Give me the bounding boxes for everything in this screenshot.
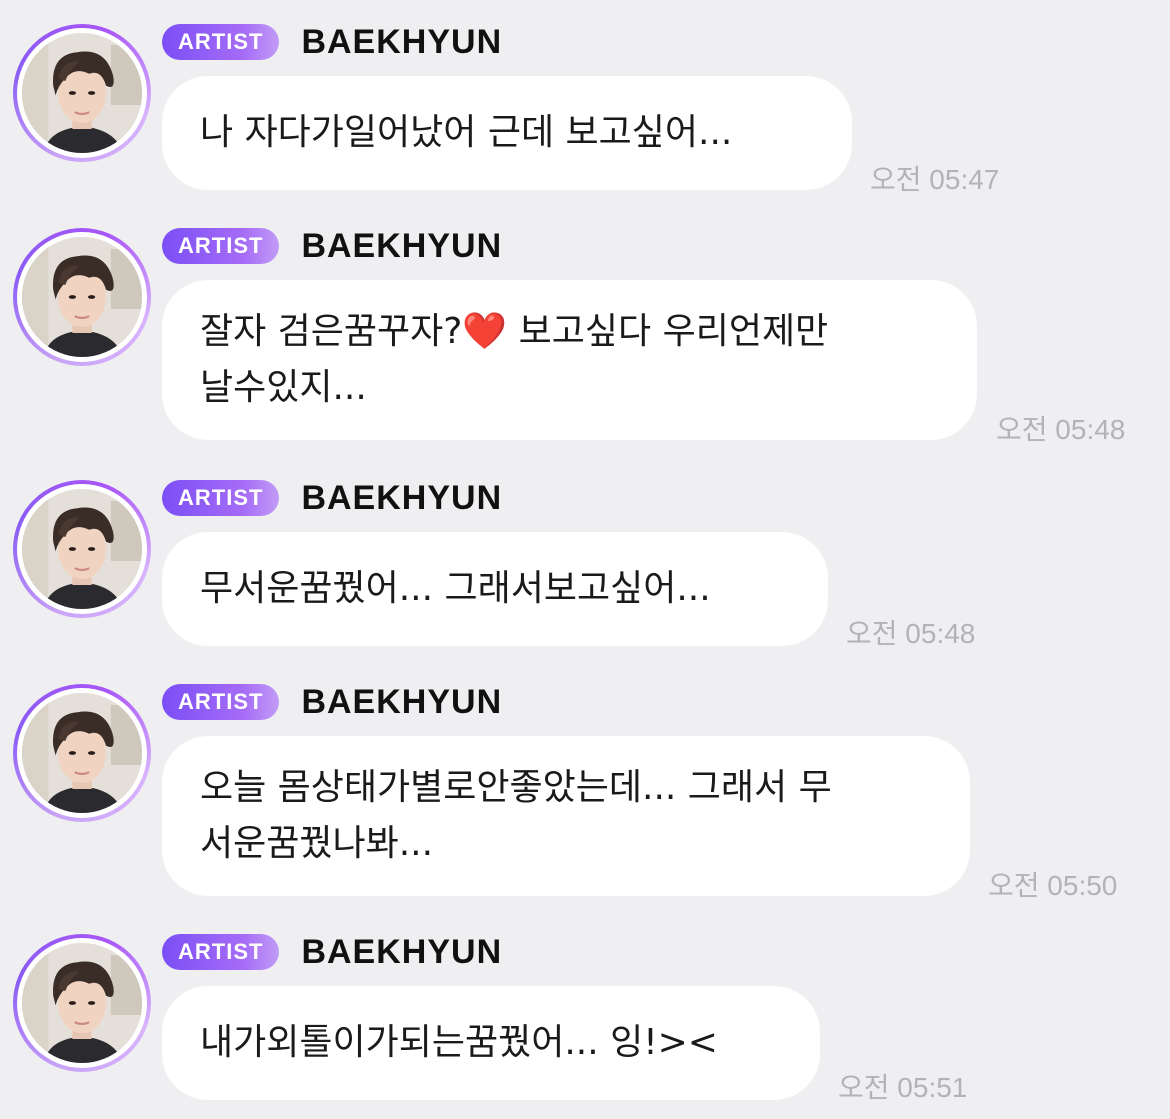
chat-message: ARTIST BAEKHYUN 잘자 검은꿈꾸자?❤️ 보고싶다 우리언제만 날… [0, 227, 1170, 448]
avatar-ring [17, 484, 147, 614]
profile-photo-icon [22, 237, 142, 357]
artist-avatar[interactable] [13, 24, 151, 162]
message-header: ARTIST BAEKHYUN [162, 23, 502, 62]
artist-badge: ARTIST [162, 228, 280, 264]
artist-badge: ARTIST [162, 684, 280, 720]
avatar-photo [22, 943, 142, 1063]
avatar-photo [22, 693, 142, 813]
message-bubble[interactable]: 오늘 몸상태가별로안좋았는데... 그래서 무 서운꿈꿨나봐... [162, 736, 970, 896]
chat-message: ARTIST BAEKHYUN 오늘 몸상태가별로안좋았는데... 그래서 무 … [0, 683, 1170, 904]
chat-message: ARTIST BAEKHYUN 나 자다가일어났어 근데 보고싶어... 오전 … [0, 23, 1170, 195]
sender-name[interactable]: BAEKHYUN [301, 479, 502, 518]
message-text: 오늘 몸상태가별로안좋았는데... 그래서 무 서운꿈꿨나봐... [200, 767, 832, 864]
sender-name[interactable]: BAEKHYUN [301, 23, 502, 62]
artist-avatar[interactable] [13, 684, 151, 822]
artist-badge: ARTIST [162, 24, 280, 60]
avatar-photo [22, 237, 142, 357]
message-header: ARTIST BAEKHYUN [162, 933, 502, 972]
message-header: ARTIST BAEKHYUN [162, 227, 502, 266]
message-timestamp: 오전 05:48 [996, 414, 1126, 445]
profile-photo-icon [22, 33, 142, 153]
message-bubble[interactable]: 내가외톨이가되는꿈꿨어... 잉!>< [162, 986, 820, 1100]
artist-badge: ARTIST [162, 480, 280, 516]
artist-avatar[interactable] [13, 228, 151, 366]
message-timestamp: 오전 05:48 [846, 618, 976, 649]
avatar-ring [17, 938, 147, 1068]
message-text: 나 자다가일어났어 근데 보고싶어... [200, 112, 733, 153]
profile-photo-icon [22, 943, 142, 1063]
sender-name[interactable]: BAEKHYUN [301, 933, 502, 972]
avatar-photo [22, 489, 142, 609]
message-bubble[interactable]: 무서운꿈꿨어... 그래서보고싶어... [162, 532, 828, 646]
profile-photo-icon [22, 489, 142, 609]
profile-photo-icon [22, 693, 142, 813]
chat-message: ARTIST BAEKHYUN 내가외톨이가되는꿈꿨어... 잉!>< 오전 0… [0, 933, 1170, 1104]
avatar-ring [17, 688, 147, 818]
message-text: 내가외톨이가되는꿈꿨어... 잉!>< [200, 1022, 718, 1063]
message-timestamp: 오전 05:47 [870, 164, 1000, 195]
avatar-photo [22, 33, 142, 153]
avatar-ring [17, 232, 147, 362]
sender-name[interactable]: BAEKHYUN [301, 683, 502, 722]
message-text: 무서운꿈꿨어... 그래서보고싶어... [200, 568, 711, 609]
message-bubble[interactable]: 잘자 검은꿈꾸자?❤️ 보고싶다 우리언제만 날수있지... [162, 280, 977, 440]
artist-avatar[interactable] [13, 480, 151, 618]
avatar-ring [17, 28, 147, 158]
message-header: ARTIST BAEKHYUN [162, 683, 502, 722]
message-timestamp: 오전 05:51 [838, 1072, 968, 1103]
message-text: 잘자 검은꿈꾸자?❤️ 보고싶다 우리언제만 날수있지... [200, 311, 829, 408]
message-timestamp: 오전 05:50 [988, 870, 1118, 901]
artist-avatar[interactable] [13, 934, 151, 1072]
chat-message: ARTIST BAEKHYUN 무서운꿈꿨어... 그래서보고싶어... 오전 … [0, 479, 1170, 650]
message-header: ARTIST BAEKHYUN [162, 479, 502, 518]
sender-name[interactable]: BAEKHYUN [301, 227, 502, 266]
artist-badge: ARTIST [162, 934, 280, 970]
message-bubble[interactable]: 나 자다가일어났어 근데 보고싶어... [162, 76, 852, 190]
